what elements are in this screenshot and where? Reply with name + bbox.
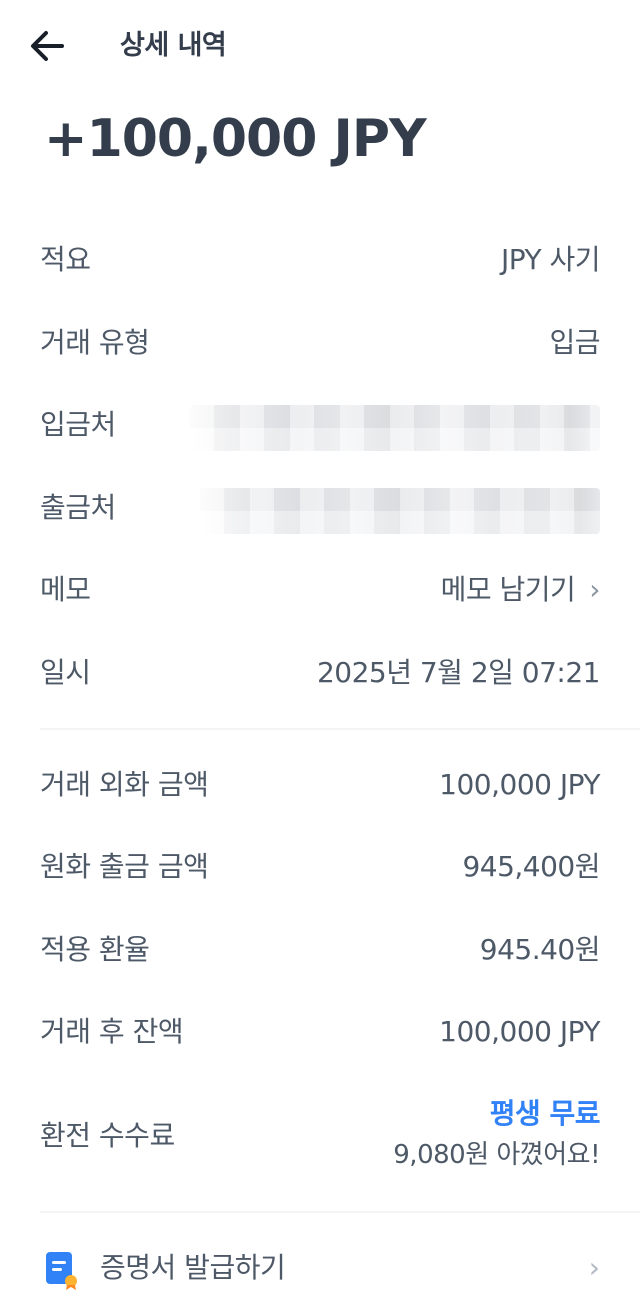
exchange-rate-label: 적용 환율: [40, 933, 150, 966]
transaction-type-row: 거래 유형 입금: [40, 321, 600, 365]
divider: [40, 728, 640, 730]
chevron-right-icon: ›: [589, 573, 600, 606]
transaction-type-label: 거래 유형: [40, 326, 150, 359]
transaction-amount: +100,000 JPY: [44, 109, 427, 169]
issue-certificate-button[interactable]: 증명서 발급하기 ›: [40, 1240, 600, 1291]
fee-free-badge: 평생 무료: [489, 1097, 601, 1130]
transaction-type-value: 입금: [549, 326, 600, 359]
header: 상세 내역: [0, 0, 640, 92]
redacted-withdraw-from: [200, 488, 600, 534]
redacted-deposit-to: [190, 405, 600, 451]
arrow-left-icon: [31, 31, 64, 61]
balance-label: 거래 후 잔액: [40, 1015, 184, 1048]
divider: [40, 1211, 640, 1213]
chevron-right-icon: ›: [588, 1251, 600, 1284]
leave-memo-button[interactable]: 메모 남기기 ›: [440, 568, 601, 612]
page-title: 상세 내역: [120, 30, 227, 61]
fee-saved-text: 9,080원 아꼈어요!: [393, 1140, 600, 1170]
deposit-to-label: 입금처: [40, 408, 116, 441]
summary-label: 적요: [40, 243, 91, 276]
leave-memo-label: 메모 남기기: [440, 573, 576, 606]
foreign-amount-row: 거래 외화 금액 100,000 JPY: [40, 763, 600, 807]
exchange-fee-value: 평생 무료 9,080원 아꼈어요!: [393, 1094, 600, 1176]
withdraw-from-label: 출금처: [40, 491, 116, 524]
datetime-row: 일시 2025년 7월 2일 07:21: [40, 651, 601, 695]
memo-label: 메모: [40, 573, 91, 606]
document-badge-icon: [44, 1250, 80, 1290]
memo-row: 메모 메모 남기기 ›: [40, 568, 600, 612]
krw-amount-row: 원화 출금 금액 945,400원: [40, 845, 600, 889]
krw-amount-value: 945,400원: [462, 850, 600, 883]
balance-value: 100,000 JPY: [439, 1015, 600, 1048]
issue-certificate-label: 증명서 발급하기: [100, 1251, 286, 1284]
deposit-to-row: 입금처: [40, 403, 600, 451]
back-button[interactable]: [28, 28, 68, 64]
datetime-label: 일시: [40, 656, 91, 689]
transaction-detail-page: 상세 내역 +100,000 JPY 적요 JPY 사기 거래 유형 입금 입금…: [0, 0, 640, 1291]
krw-amount-label: 원화 출금 금액: [40, 850, 209, 883]
exchange-rate-row: 적용 환율 945.40원: [40, 928, 601, 972]
summary-value: JPY 사기: [500, 243, 601, 276]
balance-row: 거래 후 잔액 100,000 JPY: [40, 1010, 600, 1054]
foreign-amount-label: 거래 외화 금액: [40, 768, 209, 801]
foreign-amount-value: 100,000 JPY: [439, 768, 600, 801]
exchange-rate-value: 945.40원: [479, 933, 601, 966]
exchange-fee-label: 환전 수수료: [40, 1119, 175, 1152]
datetime-value: 2025년 7월 2일 07:21: [316, 656, 601, 689]
summary-row: 적요 JPY 사기: [40, 238, 601, 282]
withdraw-from-row: 출금처: [40, 486, 600, 534]
